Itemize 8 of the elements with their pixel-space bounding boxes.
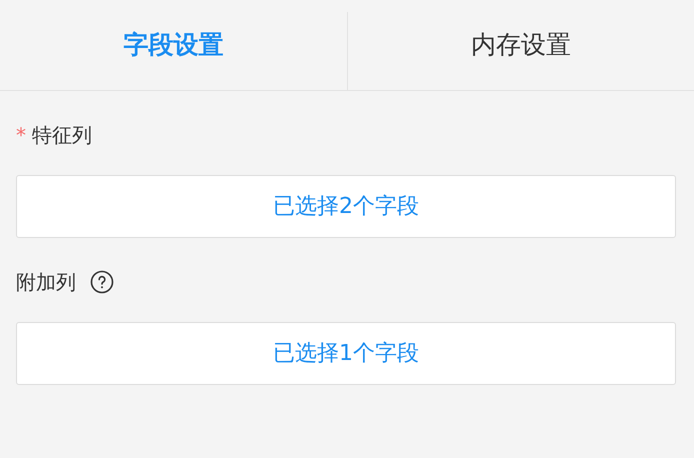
help-icon[interactable]	[90, 270, 114, 294]
tab[interactable]: 内存设置	[348, 0, 694, 90]
required-mark: *	[16, 122, 26, 149]
tab[interactable]: 字段设置	[0, 0, 346, 90]
field-select-button[interactable]: 已选择2个字段	[16, 175, 676, 238]
field-label: 附加列	[16, 269, 76, 296]
field-select-button[interactable]: 已选择1个字段	[16, 322, 676, 385]
field-label: 特征列	[32, 122, 92, 149]
